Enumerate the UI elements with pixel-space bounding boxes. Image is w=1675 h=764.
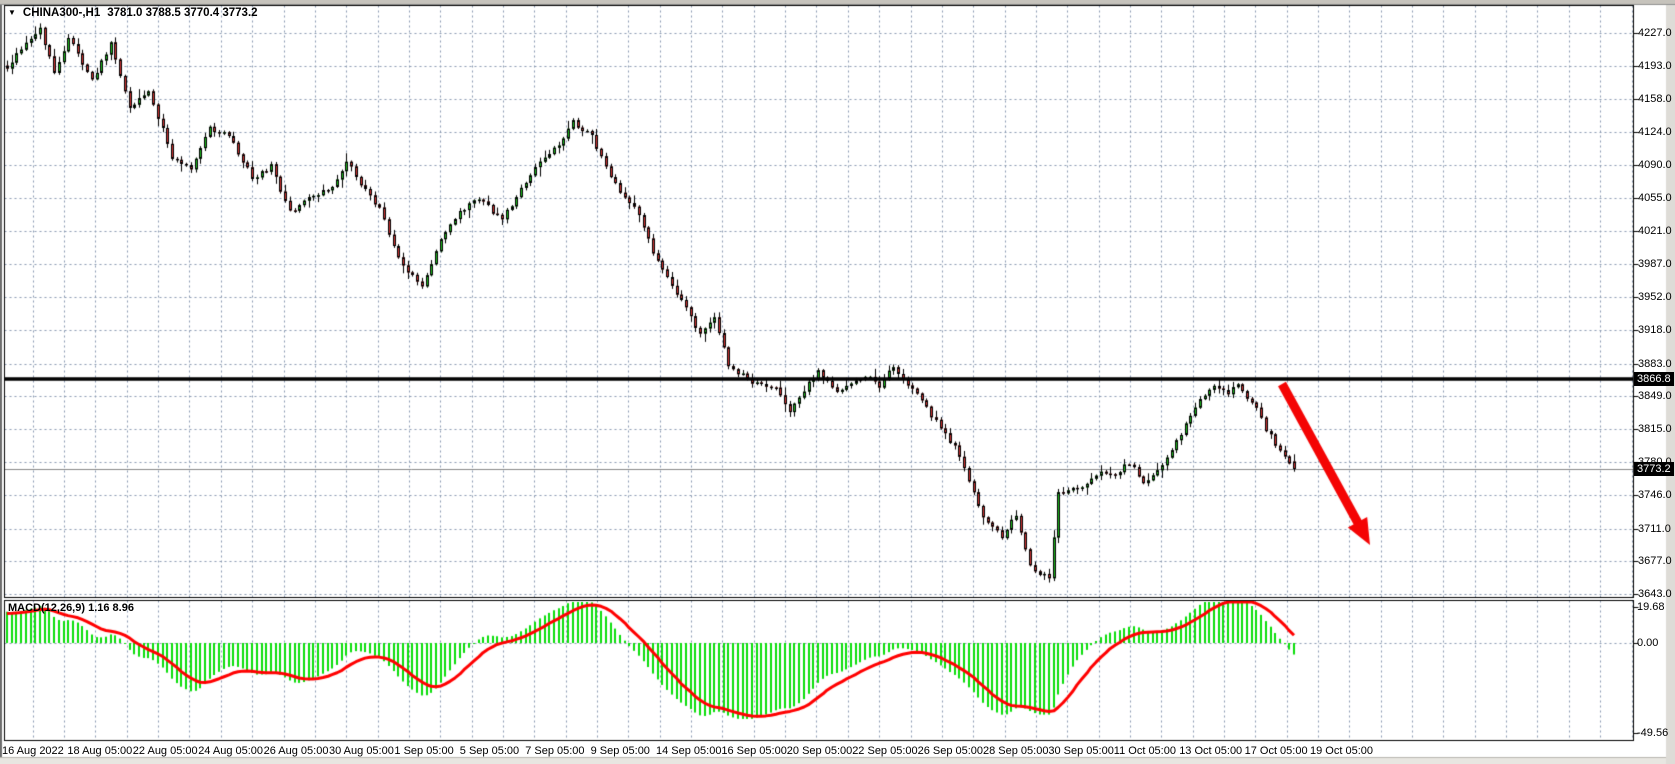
price-tick-label: 3677.0 <box>1638 555 1672 567</box>
date-label: 17 Oct 05:00 <box>1245 745 1308 757</box>
date-label: 16 Sep 05:00 <box>721 745 786 757</box>
symbol-period-label: CHINA300-,H1 <box>23 7 100 19</box>
date-label: 28 Sep 05:00 <box>983 745 1048 757</box>
price-tick-label: 3952.0 <box>1638 291 1672 303</box>
price-tick-label: 3918.0 <box>1638 324 1672 336</box>
price-tick-label: 3746.0 <box>1638 489 1672 501</box>
hline-price-tag: 3866.8 <box>1634 372 1674 386</box>
date-label: 7 Sep 05:00 <box>525 745 584 757</box>
indicator-label: MACD(12,26,9) 1.16 8.96 <box>8 602 134 614</box>
date-label: 11 Oct 05:00 <box>1114 745 1176 757</box>
date-label: 5 Sep 05:00 <box>460 745 519 757</box>
date-label: 30 Aug 05:00 <box>329 745 394 757</box>
ohlc-values: 3781.0 3788.5 3770.4 3773.2 <box>107 7 257 19</box>
date-label: 18 Aug 05:00 <box>67 745 132 757</box>
price-tick-label: 3815.0 <box>1638 423 1672 435</box>
price-tick-label: 4055.0 <box>1638 192 1672 204</box>
macd-tick-label: 0.00 <box>1637 637 1658 649</box>
price-tick-label: 4090.0 <box>1638 159 1672 171</box>
chart-canvas[interactable] <box>0 0 1675 764</box>
date-label: 30 Sep 05:00 <box>1048 745 1113 757</box>
price-tick-label: 3883.0 <box>1638 358 1672 370</box>
date-label: 24 Aug 05:00 <box>198 745 263 757</box>
price-tick-label: 4227.0 <box>1638 27 1672 39</box>
date-label: 14 Sep 05:00 <box>656 745 721 757</box>
macd-tick-label: -49.56 <box>1637 727 1668 739</box>
date-label: 9 Sep 05:00 <box>591 745 650 757</box>
date-label: 26 Aug 05:00 <box>264 745 329 757</box>
date-label: 26 Sep 05:00 <box>918 745 983 757</box>
price-tick-label: 3643.0 <box>1638 588 1672 600</box>
date-label: 20 Sep 05:00 <box>787 745 852 757</box>
macd-tick-label: 19.68 <box>1637 601 1665 613</box>
date-label: 16 Aug 2022 <box>2 745 64 757</box>
price-tick-label: 4021.0 <box>1638 225 1672 237</box>
price-tick-label: 3987.0 <box>1638 258 1672 270</box>
date-label: 19 Oct 05:00 <box>1310 745 1373 757</box>
date-label: 22 Sep 05:00 <box>852 745 917 757</box>
chart-title: ▼ CHINA300-,H1 3781.0 3788.5 3770.4 3773… <box>8 7 258 19</box>
symbol-dropdown-icon[interactable]: ▼ <box>8 7 16 19</box>
price-tick-label: 4193.0 <box>1638 60 1672 72</box>
price-tick-label: 4124.0 <box>1638 126 1672 138</box>
date-label: 1 Sep 05:00 <box>394 745 453 757</box>
date-label: 13 Oct 05:00 <box>1179 745 1242 757</box>
chart-window: ▼ CHINA300-,H1 3781.0 3788.5 3770.4 3773… <box>0 0 1675 764</box>
price-tick-label: 4158.0 <box>1638 93 1672 105</box>
price-tick-label: 3711.0 <box>1638 523 1671 535</box>
current-price-tag: 3773.2 <box>1634 462 1674 476</box>
price-tick-label: 3849.0 <box>1638 390 1672 402</box>
date-label: 22 Aug 05:00 <box>133 745 198 757</box>
